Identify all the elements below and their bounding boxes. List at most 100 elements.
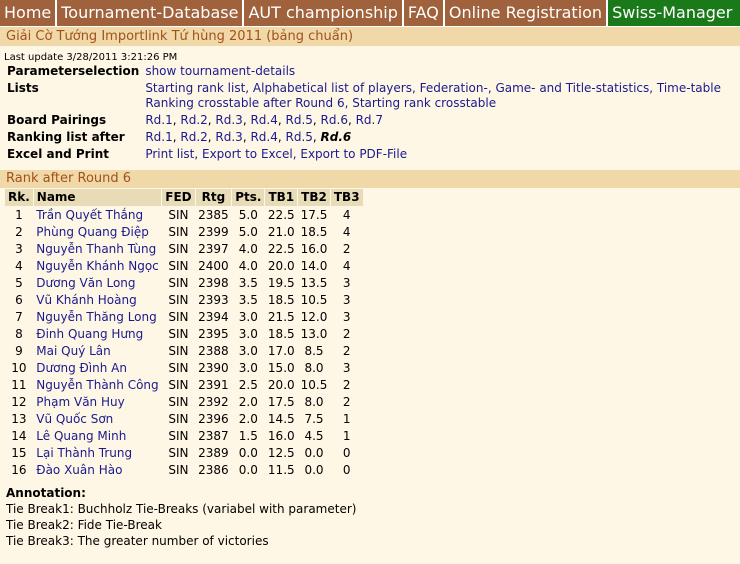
nav-online-registration[interactable]: Online Registration	[445, 0, 609, 26]
cell-tb1: 18.5	[267, 293, 295, 307]
ranking-round-3-link[interactable]: Rd.3	[215, 130, 242, 144]
ranking-round-1-link[interactable]: Rd.1	[145, 130, 172, 144]
tournament-title: Giải Cờ Tướng Importlink Tứ hùng 2011 (b…	[6, 29, 354, 44]
rank-title: Rank after Round 6	[6, 171, 132, 186]
player-name-link[interactable]: Lại Thành Trung	[36, 446, 132, 460]
ranking-list-label: Ranking list after	[7, 130, 125, 144]
cell-name: Lê Quang Minh	[33, 428, 162, 445]
cell-name: Mai Quý Lân	[33, 343, 162, 360]
nav-home[interactable]: Home	[0, 0, 58, 26]
cell-tb3: 1	[342, 412, 351, 426]
cell-tb1: 18.5	[267, 327, 295, 341]
pairing-round-4-link[interactable]: Rd.4	[250, 113, 277, 127]
player-name-link[interactable]: Nguyễn Thăng Long	[36, 310, 156, 324]
nav-tournament-database[interactable]: Tournament-Database	[57, 0, 245, 26]
parameter-table: Parameterselection show tournament-detai…	[4, 63, 724, 163]
show-tournament-details-link[interactable]: show tournament-details	[145, 64, 295, 78]
cell-tb3: 2	[342, 242, 351, 256]
parameterselection-label: Parameterselection	[7, 64, 140, 78]
cell-tb1: 16.0	[267, 429, 295, 443]
player-name-link[interactable]: Nguyễn Thành Công	[36, 378, 158, 392]
cell-fed: SIN	[168, 276, 189, 290]
nav-aut-championship[interactable]: AUT championship	[244, 0, 404, 26]
player-name-link[interactable]: Đinh Quang Hưng	[36, 327, 143, 341]
player-name-link[interactable]: Dương Đình An	[36, 361, 127, 375]
lists-links-line1[interactable]: Starting rank list, Alphabetical list of…	[145, 81, 721, 95]
cell-points: 4.0	[238, 259, 258, 273]
cell-tb2: 8.0	[304, 361, 324, 375]
annotation-title: Annotation:	[6, 486, 86, 500]
cell-rank: 4	[15, 259, 23, 273]
board-pairings-label: Board Pairings	[7, 113, 107, 127]
player-name-link[interactable]: Đào Xuân Hào	[36, 463, 122, 477]
cell-rank: 15	[11, 446, 27, 460]
cell-rank: 2	[15, 225, 23, 239]
player-name-link[interactable]: Lê Quang Minh	[36, 429, 126, 443]
cell-tb3: 1	[342, 429, 351, 443]
cell-rating: 2396	[198, 412, 229, 426]
cell-points: 3.5	[238, 276, 258, 290]
table-row: 14 Lê Quang Minh SIN 2387 1.5 16.0 4.5 1	[5, 428, 364, 445]
cell-tb1: 17.5	[267, 395, 295, 409]
ranking-round-4-link[interactable]: Rd.4	[250, 130, 277, 144]
cell-name: Vũ Quốc Sơn	[33, 411, 162, 428]
lists-label: Lists	[7, 81, 39, 95]
cell-tb1: 21.0	[267, 225, 295, 239]
cell-tb2: 18.5	[300, 225, 328, 239]
lists-links-line2[interactable]: Ranking crosstable after Round 6, Starti…	[145, 96, 496, 110]
excel-print-links[interactable]: Print list, Export to Excel, Export to P…	[145, 147, 407, 161]
table-row: 2 Phùng Quang Điệp SIN 2399 5.0 21.0 18.5 4	[5, 224, 364, 241]
cell-rank: 3	[15, 242, 23, 256]
player-name-link[interactable]: Trần Quyết Thắng	[36, 208, 143, 222]
cell-rank: 16	[11, 463, 27, 477]
nav-faq[interactable]: FAQ	[404, 0, 445, 26]
ranking-round-5-link[interactable]: Rd.5	[286, 130, 313, 144]
cell-name: Nguyễn Thành Công	[33, 377, 162, 394]
pairing-round-3-link[interactable]: Rd.3	[215, 113, 242, 127]
header-tb1: TB1	[264, 188, 299, 207]
annotation-line-3: Tie Break3: The greater number of victor…	[6, 534, 269, 548]
cell-tb3: 2	[342, 344, 351, 358]
top-navigation: Home Tournament-Database AUT championship F…	[0, 0, 740, 27]
cell-fed: SIN	[168, 259, 189, 273]
cell-tb1: 20.0	[267, 259, 295, 273]
pairing-round-1-link[interactable]: Rd.1	[145, 113, 172, 127]
cell-tb3: 3	[342, 276, 351, 290]
table-row: 4 Nguyễn Khánh Ngọc SIN 2400 4.0 20.0 14.0 4	[5, 258, 364, 275]
table-row: 10 Dương Đình An SIN 2390 3.0 15.0 8.0 3	[5, 360, 364, 377]
cell-points: 3.0	[238, 361, 258, 375]
pairing-round-6-link[interactable]: Rd.6	[321, 113, 348, 127]
cell-rank: 7	[15, 310, 23, 324]
cell-tb1: 12.5	[267, 446, 295, 460]
nav-swiss-manager[interactable]: Swiss-Manager	[608, 0, 740, 26]
cell-tb2: 17.5	[300, 208, 328, 222]
cell-fed: SIN	[168, 446, 189, 460]
player-name-link[interactable]: Nguyễn Khánh Ngọc	[36, 259, 159, 273]
player-name-link[interactable]: Vũ Khánh Hoàng	[36, 293, 136, 307]
cell-tb3: 3	[342, 361, 351, 375]
cell-tb2: 13.0	[300, 327, 328, 341]
cell-tb3: 0	[342, 463, 351, 477]
annotation-line-1: Tie Break1: Buchholz Tie-Breaks (variabe…	[6, 502, 357, 516]
cell-points: 5.0	[238, 208, 258, 222]
player-name-link[interactable]: Vũ Quốc Sơn	[36, 412, 113, 426]
cell-tb3: 2	[342, 395, 351, 409]
cell-tb1: 21.5	[267, 310, 295, 324]
cell-rank: 1	[15, 208, 23, 222]
cell-rank: 13	[11, 412, 27, 426]
pairing-round-7-link[interactable]: Rd.7	[356, 113, 383, 127]
cell-tb2: 0.0	[304, 446, 324, 460]
cell-fed: SIN	[168, 225, 189, 239]
cell-tb2: 10.5	[300, 293, 328, 307]
player-name-link[interactable]: Phùng Quang Điệp	[36, 225, 149, 239]
pairing-round-2-link[interactable]: Rd.2	[180, 113, 207, 127]
cell-rating: 2390	[198, 361, 229, 375]
player-name-link[interactable]: Dương Văn Long	[36, 276, 135, 290]
table-row: 15 Lại Thành Trung SIN 2389 0.0 12.5 0.0 0	[5, 445, 364, 462]
player-name-link[interactable]: Nguyễn Thanh Tùng	[36, 242, 156, 256]
ranking-round-2-link[interactable]: Rd.2	[180, 130, 207, 144]
player-name-link[interactable]: Phạm Văn Huy	[36, 395, 124, 409]
player-name-link[interactable]: Mai Quý Lân	[36, 344, 110, 358]
pairing-round-5-link[interactable]: Rd.5	[286, 113, 313, 127]
cell-tb3: 2	[342, 378, 351, 392]
